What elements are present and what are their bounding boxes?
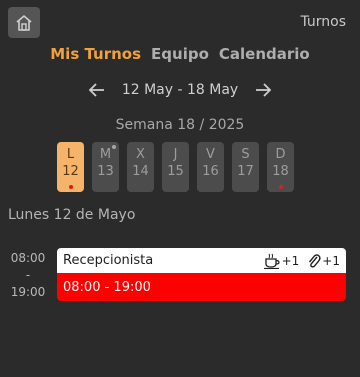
day-number: 16 [202,164,219,179]
day-monday[interactable]: L 12 [57,142,84,192]
shift-card[interactable]: Recepcionista +1 +1 08:00 - 19:00 [57,248,346,301]
shift-indicators: +1 +1 [263,253,340,269]
day-saturday[interactable]: S 17 [232,142,259,192]
break-indicator[interactable]: +1 [263,253,300,269]
shift-time-bar: 08:00 - 19:00 [57,273,346,301]
page-title: Turnos [300,14,346,30]
day-letter: J [173,147,178,162]
day-friday[interactable]: V 16 [197,142,224,192]
day-letter: V [206,147,215,162]
day-selector: L 12 M 13 X 14 J 15 V 16 S 17 D 18 [57,142,294,192]
home-icon [16,14,32,31]
home-button[interactable] [8,7,40,38]
day-number: 13 [97,164,114,179]
day-sunday[interactable]: D 18 [267,142,294,192]
arrow-right-icon [256,83,272,97]
day-number: 12 [62,164,79,179]
day-wednesday[interactable]: X 14 [127,142,154,192]
shift-header: Recepcionista +1 +1 [57,248,346,273]
day-letter: D [275,147,286,162]
day-thursday[interactable]: J 15 [162,142,189,192]
start-time: 08:00 [10,251,46,265]
day-tuesday[interactable]: M 13 [92,142,119,192]
week-range: 12 May - 18 May [121,82,239,98]
day-number: 18 [272,164,289,179]
shift-role: Recepcionista [63,253,154,268]
time-separator: - [25,268,31,282]
shift-time: 08:00 - 19:00 [63,279,151,295]
week-number-label: Semana 18 / 2025 [115,117,245,133]
selected-day-heading: Lunes 12 de Mayo [8,207,136,223]
prev-week-button[interactable] [88,82,106,98]
day-letter: S [241,147,250,162]
time-range: 08:00 - 19:00 [0,250,56,301]
next-week-button[interactable] [254,82,272,98]
tab-calendario[interactable]: Calendario [219,45,310,63]
tab-mis-turnos[interactable]: Mis Turnos [50,45,141,63]
attachment-indicator[interactable]: +1 [307,253,340,269]
break-count: +1 [281,253,300,268]
day-number: 17 [237,164,254,179]
day-letter: L [66,147,75,162]
week-navigator: 12 May - 18 May [0,82,360,98]
tab-equipo[interactable]: Equipo [151,45,209,63]
end-time: 19:00 [10,285,46,299]
day-number: 15 [167,164,184,179]
coffee-icon [263,253,280,269]
tab-bar: Mis Turnos Equipo Calendario [0,45,360,63]
arrow-left-icon [88,83,104,97]
shift-dot [68,185,73,189]
day-number: 14 [132,164,149,179]
shift-dot [278,185,283,189]
indicator-dot [112,145,116,149]
paperclip-icon [309,253,321,268]
day-letter: X [136,147,145,162]
attachment-count: +1 [322,253,340,268]
day-letter: M [99,147,112,162]
